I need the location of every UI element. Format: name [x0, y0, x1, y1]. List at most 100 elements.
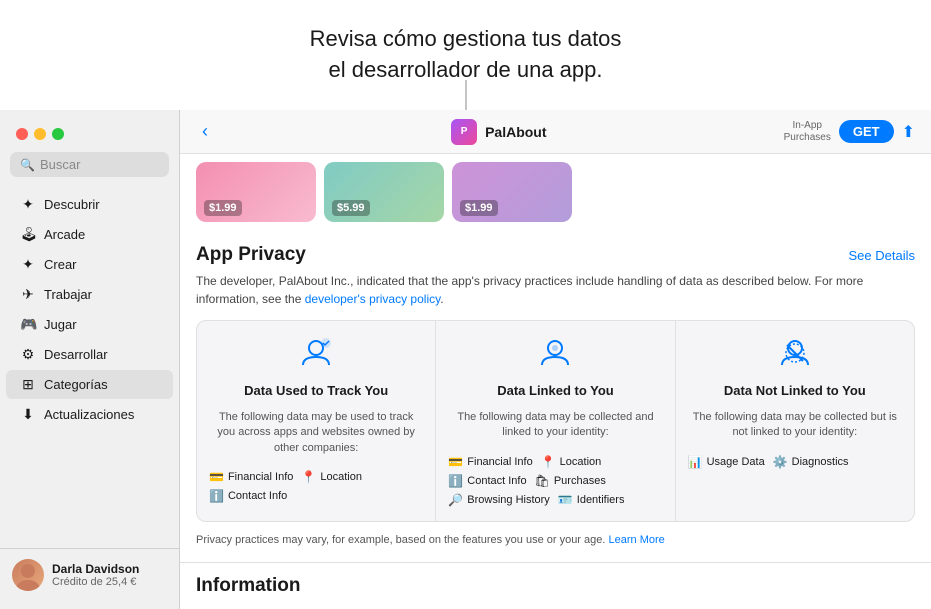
data-item: 💳 Financial Info — [448, 455, 532, 469]
app-icon: P — [451, 119, 477, 145]
card-track-desc: The following data may be used to track … — [209, 410, 423, 456]
data-card-linked: Data Linked to You The following data ma… — [436, 321, 674, 521]
privacy-note: Privacy practices may vary, for example,… — [180, 532, 931, 549]
categorias-icon: ⊞ — [20, 376, 36, 393]
share-button[interactable]: ⬆ — [902, 122, 915, 142]
data-card-track: Data Used to Track You The following dat… — [197, 321, 435, 521]
tooltip-text: Revisa cómo gestiona tus datos el desarr… — [310, 24, 622, 86]
location-icon: 📍 — [301, 470, 316, 484]
data-row: ℹ️ Contact Info 🛍 Purchases — [448, 474, 662, 488]
sidebar-item-label: Desarrollar — [44, 347, 108, 362]
contact-label: Contact Info — [228, 490, 287, 502]
sidebar-item-actualizaciones[interactable]: ⬇ Actualizaciones — [6, 400, 173, 429]
sidebar-item-categorias[interactable]: ⊞ Categorías — [6, 370, 173, 399]
sidebar-item-label: Crear — [44, 257, 77, 272]
traffic-lights — [0, 118, 179, 148]
data-cards: Data Used to Track You The following dat… — [196, 320, 915, 522]
tooltip-area: Revisa cómo gestiona tus datos el desarr… — [0, 0, 931, 110]
in-app-label: In-AppPurchases — [784, 120, 831, 144]
sidebar-item-descubrir[interactable]: ✦ Descubrir — [6, 190, 173, 219]
app-title-area: P PalAbout — [224, 119, 774, 145]
sidebar-item-label: Actualizaciones — [44, 407, 134, 422]
preview-strip: $1.99 $5.99 $1.99 — [180, 154, 931, 230]
price-1: $1.99 — [204, 200, 242, 216]
data-item: 🪪 Identifiers — [558, 493, 625, 507]
see-details-button[interactable]: See Details — [849, 248, 915, 263]
preview-thumb-2: $5.99 — [324, 162, 444, 222]
price-3: $1.99 — [460, 200, 498, 216]
descubrir-icon: ✦ — [20, 196, 36, 213]
avatar — [12, 559, 44, 591]
contact-icon: ℹ️ — [209, 489, 224, 503]
user-section: Darla Davidson Crédito de 25,4 € — [0, 548, 179, 601]
financial-label: Financial Info — [228, 471, 293, 483]
card-track-title: Data Used to Track You — [209, 383, 423, 398]
data-not-linked-icon — [777, 335, 813, 371]
user-credits: Crédito de 25,4 € — [52, 576, 139, 588]
fullscreen-button[interactable] — [52, 128, 64, 140]
user-info: Darla Davidson Crédito de 25,4 € — [52, 562, 139, 588]
app-window: 🔍 Buscar ✦ Descubrir 🕹 Arcade ✦ Crear ✈ Trabaja… — [0, 110, 931, 609]
privacy-description: The developer, PalAbout Inc., indicated … — [196, 272, 915, 308]
sidebar-item-label: Trabajar — [44, 287, 92, 302]
sidebar-item-label: Arcade — [44, 227, 85, 242]
sidebar-item-desarrollar[interactable]: ⚙ Desarrollar — [6, 340, 173, 369]
search-icon: 🔍 — [20, 158, 35, 172]
sidebar-item-arcade[interactable]: 🕹 Arcade — [6, 220, 173, 249]
back-button[interactable]: ‹ — [196, 119, 214, 144]
data-item: ℹ️ Contact Info — [448, 474, 526, 488]
not-linked-icon-area — [688, 335, 902, 371]
sidebar-item-crear[interactable]: ✦ Crear — [6, 250, 173, 279]
card-linked-desc: The following data may be collected and … — [448, 410, 662, 441]
nav-items: ✦ Descubrir 🕹 Arcade ✦ Crear ✈ Trabajar 🎮 Jugar ⚙ D… — [0, 189, 179, 430]
track-icon-area — [209, 335, 423, 371]
data-card-not-linked: Data Not Linked to You The following dat… — [676, 321, 914, 521]
data-row: 📊 Usage Data ⚙️ Diagnostics — [688, 455, 902, 469]
tooltip-line1: Revisa cómo gestiona tus datos — [310, 24, 622, 55]
card-linked-items: 💳 Financial Info 📍 Location — [448, 455, 662, 507]
crear-icon: ✦ — [20, 256, 36, 273]
app-name-label: PalAbout — [485, 124, 546, 140]
get-button[interactable]: GET — [839, 120, 894, 143]
minimize-button[interactable] — [34, 128, 46, 140]
data-row: ℹ️ Contact Info — [209, 489, 423, 503]
search-placeholder: Buscar — [40, 157, 80, 172]
scroll-area[interactable]: $1.99 $5.99 $1.99 App Privacy See Detail… — [180, 154, 931, 609]
data-item: 🔎 Browsing History — [448, 493, 549, 507]
privacy-policy-link[interactable]: developer's privacy policy — [305, 292, 440, 306]
data-row: 🔎 Browsing History 🪪 Identifiers — [448, 493, 662, 507]
data-item: ⚙️ Diagnostics — [773, 455, 849, 469]
card-not-linked-title: Data Not Linked to You — [688, 383, 902, 398]
information-title: Information — [196, 575, 915, 597]
data-linked-icon — [537, 335, 573, 371]
arcade-icon: 🕹 — [20, 226, 36, 243]
actualizaciones-icon: ⬇ — [20, 406, 36, 423]
sidebar-item-label: Jugar — [44, 317, 77, 332]
data-row: 💳 Financial Info 📍 Location — [448, 455, 662, 469]
preview-thumb-1: $1.99 — [196, 162, 316, 222]
price-2: $5.99 — [332, 200, 370, 216]
sidebar-item-label: Categorías — [44, 377, 108, 392]
data-row: 💳 Financial Info 📍 Location — [209, 470, 423, 484]
data-item: ℹ️ Contact Info — [209, 489, 287, 503]
card-track-items: 💳 Financial Info 📍 Location — [209, 470, 423, 503]
privacy-section: App Privacy See Details The developer, P… — [180, 230, 931, 522]
sidebar-item-trabajar[interactable]: ✈ Trabajar — [6, 280, 173, 309]
sidebar-item-jugar[interactable]: 🎮 Jugar — [6, 310, 173, 339]
search-box[interactable]: 🔍 Buscar — [10, 152, 169, 177]
top-bar-right: In-AppPurchases GET ⬆ — [784, 120, 915, 144]
sidebar-item-label: Descubrir — [44, 197, 100, 212]
desarrollar-icon: ⚙ — [20, 346, 36, 363]
info-section: Information Seller PalAbout Inc. Size 52… — [180, 562, 931, 609]
jugar-icon: 🎮 — [20, 316, 36, 333]
close-button[interactable] — [16, 128, 28, 140]
track-you-icon — [298, 335, 334, 371]
data-item: 💳 Financial Info — [209, 470, 293, 484]
data-item: 🛍 Purchases — [535, 474, 606, 488]
data-item: 📊 Usage Data — [688, 455, 765, 469]
learn-more-link[interactable]: Learn More — [609, 534, 665, 546]
top-bar: ‹ P PalAbout In-AppPurchases GET ⬆ — [180, 110, 931, 154]
financial-icon: 💳 — [209, 470, 224, 484]
trabajar-icon: ✈ — [20, 286, 36, 303]
data-item: 📍 Location — [301, 470, 362, 484]
